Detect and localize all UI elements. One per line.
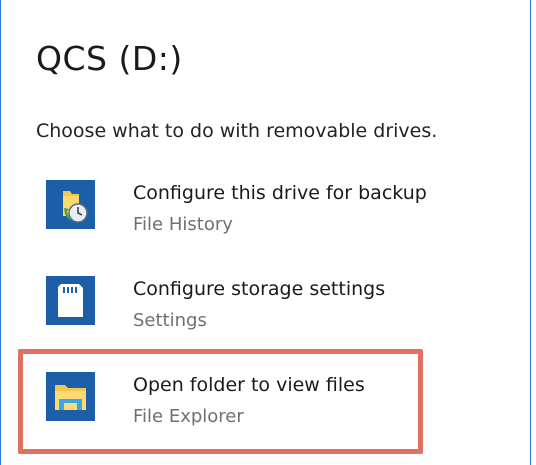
- file-history-icon: [46, 180, 95, 229]
- autoplay-prompt: Choose what to do with removable drives.: [36, 120, 438, 142]
- sd-card-icon: [46, 276, 95, 325]
- configure-backup-option[interactable]: Configure this drive for backup File His…: [46, 180, 486, 260]
- explorer-option-label: Open folder to view files: [133, 374, 365, 396]
- file-explorer-icon: [46, 372, 95, 421]
- storage-option-label: Configure storage settings: [133, 278, 386, 300]
- storage-option-sublabel: Settings: [133, 310, 207, 331]
- open-folder-option[interactable]: Open folder to view files File Explorer: [46, 372, 486, 452]
- configure-storage-option[interactable]: Configure storage settings Settings: [46, 276, 486, 356]
- drive-title: QCS (D:): [36, 39, 183, 78]
- backup-option-label: Configure this drive for backup: [133, 182, 427, 204]
- explorer-option-sublabel: File Explorer: [133, 406, 244, 427]
- backup-option-sublabel: File History: [133, 214, 233, 235]
- autoplay-panel: QCS (D:) Choose what to do with removabl…: [0, 0, 531, 465]
